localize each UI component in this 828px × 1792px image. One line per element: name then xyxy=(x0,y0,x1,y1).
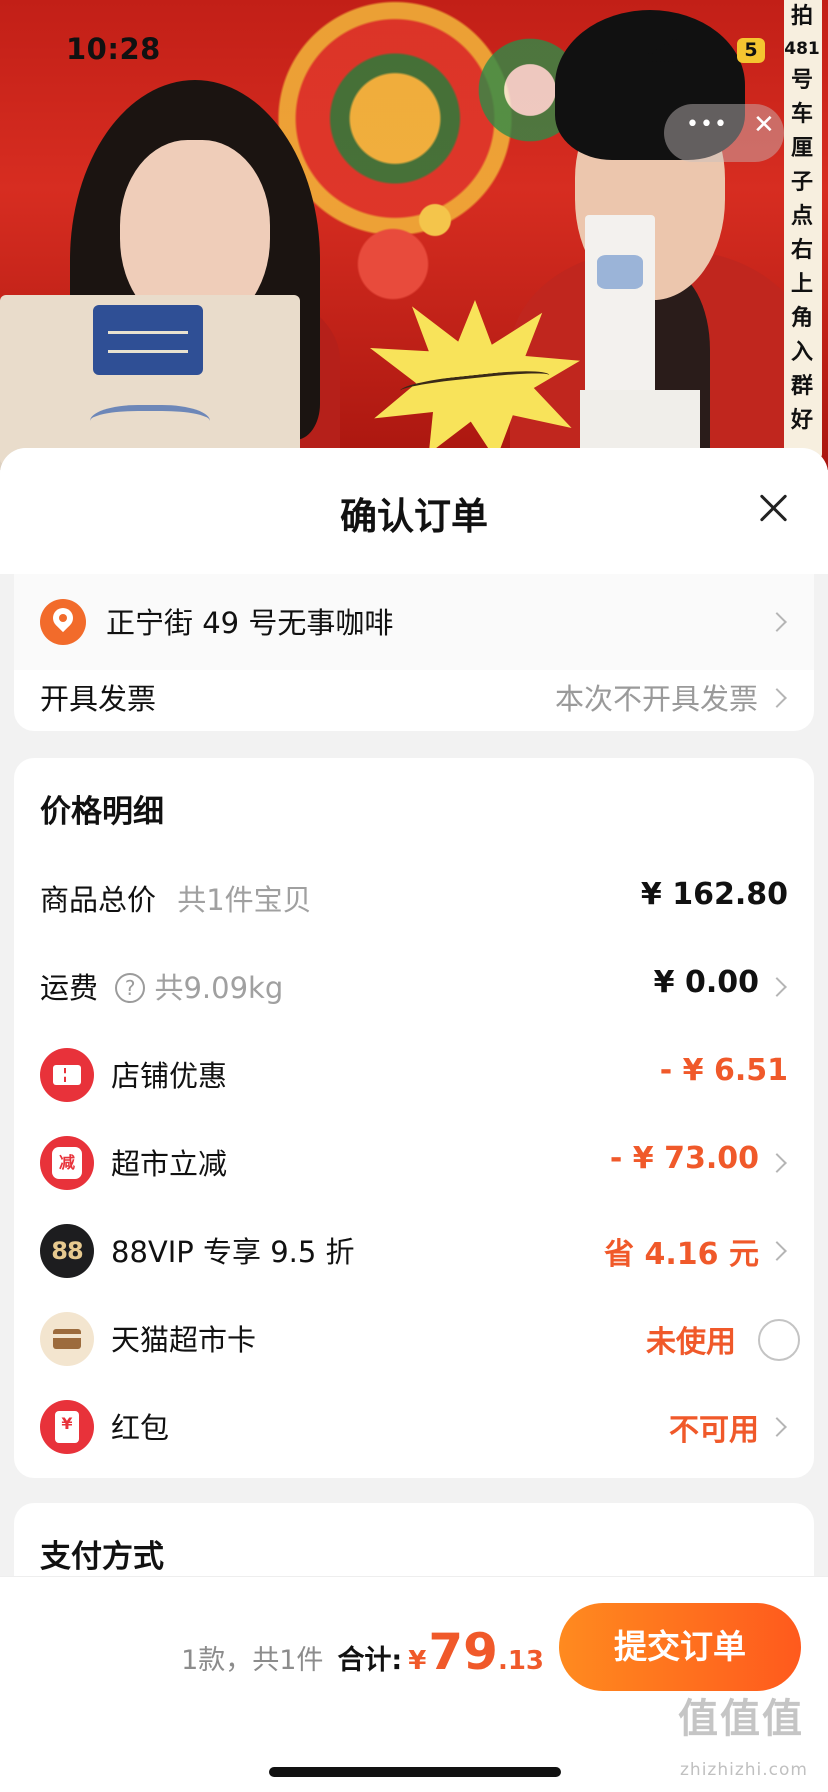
site-watermark-url: zhizhizhi.com xyxy=(680,1760,808,1780)
total-label: 商品总价 xyxy=(40,883,157,917)
market-discount-value: - ¥ 73.00 xyxy=(609,1141,759,1176)
jian-icon-text: 减 xyxy=(52,1147,82,1179)
vip-discount-label: 88VIP 专享 9.5 折 xyxy=(111,1235,355,1269)
price-row-shipping[interactable]: 运费 ? 共9.09kg ¥ 0.00 xyxy=(14,943,814,1031)
red-packet-value: 不可用 xyxy=(669,1413,759,1448)
chevron-right-icon[interactable] xyxy=(767,977,787,997)
shipping-weight: 共9.09kg xyxy=(154,971,284,1005)
caption-char: 号 xyxy=(790,68,813,93)
battery-icon: 5 xyxy=(737,38,765,63)
item-count-summary: 1款，共1件 xyxy=(181,1645,324,1676)
sheet-title: 确认订单 xyxy=(340,495,488,538)
currency-symbol: ¥ xyxy=(408,1646,427,1676)
box-print xyxy=(90,405,210,445)
close-stream-icon[interactable]: ✕ xyxy=(753,110,775,140)
order-total: 1款，共1件 合计: ¥ 79 .13 xyxy=(181,1623,544,1681)
caption-char: 入 xyxy=(790,340,813,365)
price-row-market-discount[interactable]: 减 超市立减 - ¥ 73.00 xyxy=(14,1119,814,1207)
caption-char: 群 xyxy=(790,374,813,399)
total-integer: 79 xyxy=(428,1623,498,1681)
jian-icon: 减 xyxy=(40,1136,94,1190)
price-detail-card: 价格明细 商品总价 共1件宝贝 ¥ 162.80 运费 ? 共9.09kg ¥ … xyxy=(14,758,814,1478)
chevron-right-icon[interactable] xyxy=(767,1417,787,1437)
chevron-right-icon[interactable] xyxy=(767,1241,787,1261)
location-pin-icon xyxy=(40,599,86,645)
price-row-red-packet[interactable]: 红包 不可用 xyxy=(14,1383,814,1471)
caption-char: 拍 xyxy=(790,4,813,29)
milk-brand-logo xyxy=(93,305,203,375)
red-packet-label: 红包 xyxy=(111,1411,170,1445)
milk-carton xyxy=(585,215,655,415)
ticket-icon xyxy=(40,1048,94,1102)
caption-char: 车 xyxy=(790,102,813,127)
chevron-right-icon[interactable] xyxy=(767,1153,787,1173)
shop-discount-value: - ¥ 6.51 xyxy=(659,1053,788,1088)
total-decimal: .13 xyxy=(497,1646,544,1676)
close-icon[interactable] xyxy=(754,488,794,528)
home-indicator[interactable] xyxy=(269,1767,561,1777)
caption-char: 子 xyxy=(790,170,813,195)
shipping-value: ¥ 0.00 xyxy=(653,965,759,1000)
help-icon[interactable]: ? xyxy=(115,973,146,1003)
price-row-shop-discount: 店铺优惠 - ¥ 6.51 xyxy=(14,1031,814,1119)
invoice-value[interactable]: 本次不开具发票 xyxy=(555,676,758,718)
caption-char: 角 xyxy=(790,306,813,331)
caption-char: 点 xyxy=(790,204,813,229)
vip-discount-value: 省 4.16 元 xyxy=(604,1237,759,1272)
vip88-icon: 88 xyxy=(40,1224,94,1278)
site-watermark: 值值值 xyxy=(678,1696,804,1742)
order-confirm-sheet: 确认订单 正宁街 49 号无事咖啡 开具发票 本次不开具发票 价格明细 商品总价… xyxy=(0,448,828,1792)
market-discount-label: 超市立减 xyxy=(111,1147,228,1181)
card-icon xyxy=(40,1312,94,1366)
caption-char: 上 xyxy=(790,272,813,297)
price-detail-title: 价格明细 xyxy=(40,794,164,830)
address-row[interactable]: 正宁街 49 号无事咖啡 xyxy=(14,574,814,670)
address-card: 正宁街 49 号无事咖啡 开具发票 本次不开具发票 xyxy=(14,574,814,731)
payment-method-title: 支付方式 xyxy=(40,1539,164,1575)
invoice-label: 开具发票 xyxy=(40,682,157,716)
address-text: 正宁街 49 号无事咖啡 xyxy=(106,606,394,640)
caption-char: 好 xyxy=(790,408,813,433)
submit-order-button[interactable]: 提交订单 xyxy=(559,1603,801,1691)
signal-icon xyxy=(648,38,677,62)
shop-discount-label: 店铺优惠 xyxy=(111,1059,228,1093)
market-card-value: 未使用 xyxy=(646,1325,736,1360)
chevron-right-icon[interactable] xyxy=(767,612,787,632)
red-packet-icon xyxy=(40,1400,94,1454)
row-label: 运费 ? 共9.09kg xyxy=(40,965,283,1007)
caption-char: 厘 xyxy=(790,136,813,161)
side-caption: 拍 481 号 车 厘 子 点 右 上 角 入 群 好 xyxy=(783,0,821,438)
more-icon[interactable]: ••• xyxy=(686,112,728,137)
chevron-right-icon[interactable] xyxy=(767,688,787,708)
market-card-radio[interactable] xyxy=(758,1319,800,1361)
total-label: 合计: xyxy=(337,1645,403,1676)
caption-char: 481 xyxy=(784,39,820,59)
price-row-market-card[interactable]: 天猫超市卡 未使用 xyxy=(14,1295,814,1383)
shipping-label: 运费 xyxy=(40,971,99,1005)
market-card-label: 天猫超市卡 xyxy=(111,1323,257,1357)
price-row-88vip[interactable]: 88 88VIP 专享 9.5 折 省 4.16 元 xyxy=(14,1207,814,1295)
sheet-header: 确认订单 xyxy=(0,448,828,574)
price-row-total: 商品总价 共1件宝贝 ¥ 162.80 xyxy=(14,855,814,943)
wall-pattern xyxy=(330,110,540,330)
milk-box xyxy=(0,295,300,470)
row-label: 商品总价 共1件宝贝 xyxy=(40,877,312,919)
caption-char: 右 xyxy=(790,238,813,263)
status-time: 10:28 xyxy=(66,32,161,66)
item-count: 共1件宝贝 xyxy=(177,883,312,917)
total-value: ¥ 162.80 xyxy=(640,877,788,912)
live-stream-video xyxy=(0,0,828,470)
